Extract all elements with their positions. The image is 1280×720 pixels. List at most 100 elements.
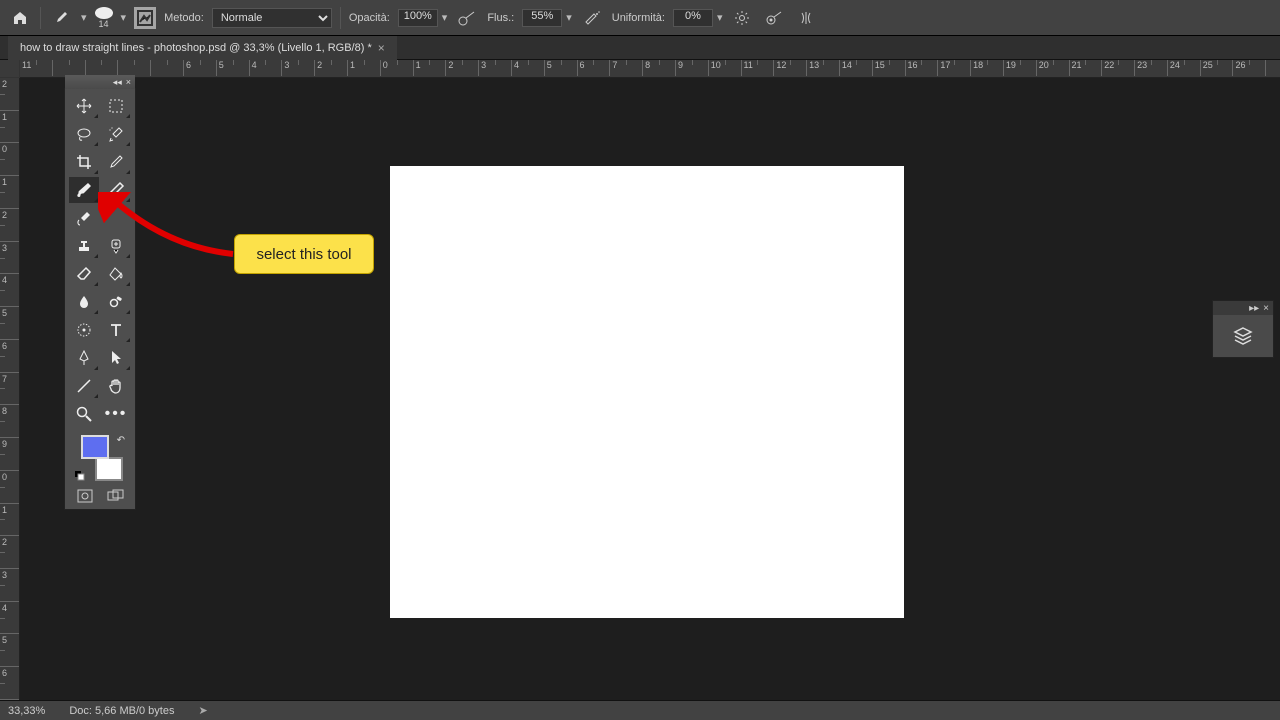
ruler-vertical[interactable]: 2101234567890123456 — [0, 78, 20, 700]
ruler-mark: 15 — [873, 60, 906, 76]
ruler-mark: 8 — [643, 60, 676, 76]
default-colors-icon[interactable] — [75, 471, 85, 481]
ruler-mark: 6 — [0, 340, 19, 373]
brush-preset-picker[interactable]: 14 — [95, 7, 113, 29]
ruler-mark: 21 — [1070, 60, 1103, 76]
ruler-mark: 19 — [1004, 60, 1037, 76]
swap-colors-icon[interactable]: ↶ — [117, 435, 125, 446]
type-tool-icon[interactable] — [101, 317, 131, 343]
clone-stamp-tool-icon[interactable] — [69, 233, 99, 259]
blend-mode-select[interactable]: Normale — [212, 8, 332, 28]
close-icon[interactable]: × — [378, 41, 385, 55]
gear-icon[interactable] — [730, 6, 754, 30]
ruler-mark: 6 — [578, 60, 611, 76]
ruler-mark: 3 — [479, 60, 512, 76]
lasso-tool-icon[interactable] — [69, 121, 99, 147]
quick-mask-icon[interactable] — [74, 487, 96, 505]
document-tab-strip: how to draw straight lines - photoshop.p… — [0, 36, 1280, 60]
ruler-mark — [53, 60, 86, 76]
healing-brush-tool-icon[interactable] — [101, 233, 131, 259]
pencil-tool-icon[interactable] — [101, 177, 131, 203]
layers-icon[interactable] — [1232, 325, 1254, 347]
dodge-tool-icon[interactable] — [101, 289, 131, 315]
ruler-mark: 24 — [1168, 60, 1201, 76]
ruler-mark: 26 — [1233, 60, 1266, 76]
status-bar: 33,33% Doc: 5,66 MB/0 bytes ➤ — [0, 700, 1280, 720]
paint-bucket-tool-icon[interactable] — [101, 261, 131, 287]
ruler-mark: 1 — [348, 60, 381, 76]
ruler-mark: 13 — [807, 60, 840, 76]
crop-tool-icon[interactable] — [69, 149, 99, 175]
ruler-mark: 1 — [414, 60, 447, 76]
airbrush-icon[interactable] — [580, 6, 604, 30]
ruler-mark: 0 — [0, 471, 19, 504]
symmetry-icon[interactable] — [794, 6, 818, 30]
hand-tool-icon[interactable] — [101, 373, 131, 399]
zoom-tool-icon[interactable] — [69, 401, 99, 427]
ruler-mark: 5 — [545, 60, 578, 76]
background-color[interactable] — [95, 457, 123, 481]
canvas-document[interactable] — [390, 166, 904, 618]
quick-select-tool-icon[interactable] — [101, 121, 131, 147]
document-tab[interactable]: how to draw straight lines - photoshop.p… — [8, 36, 397, 60]
ruler-mark: 17 — [938, 60, 971, 76]
eraser-tool-icon[interactable] — [69, 261, 99, 287]
eyedropper-tool-icon[interactable] — [101, 149, 131, 175]
pressure-opacity-icon[interactable] — [455, 6, 479, 30]
pressure-size-icon[interactable] — [762, 6, 786, 30]
chevron-down-icon[interactable]: ▾ — [566, 11, 572, 24]
chevron-down-icon[interactable]: ▾ — [81, 11, 87, 24]
ruler-mark: 23 — [1135, 60, 1168, 76]
pen-tool-icon[interactable] — [69, 345, 99, 371]
ruler-mark: 7 — [610, 60, 643, 76]
chevron-down-icon[interactable]: ▾ — [121, 11, 127, 24]
close-icon[interactable]: × — [126, 77, 131, 87]
history-brush-tool-icon[interactable] — [69, 205, 99, 231]
panel-expand-icon[interactable]: ▸▸ — [1249, 303, 1259, 314]
chevron-down-icon[interactable]: ▾ — [442, 11, 448, 24]
brush-tool-icon[interactable] — [69, 177, 99, 203]
ruler-mark: 16 — [906, 60, 939, 76]
ruler-mark: 2 — [0, 209, 19, 242]
ruler-mark: 25 — [1201, 60, 1234, 76]
ruler-mark: 0 — [0, 143, 19, 176]
mixer-brush-tool-icon[interactable] — [69, 317, 99, 343]
path-select-tool-icon[interactable] — [101, 345, 131, 371]
blur-tool-icon[interactable] — [69, 289, 99, 315]
panel-collapse-icon[interactable]: ◂◂ — [113, 77, 122, 88]
foreground-color[interactable] — [81, 435, 109, 459]
ruler-horizontal[interactable]: 1165432101234567891011121314151617181920… — [20, 60, 1280, 78]
flow-label: Flus.: — [487, 12, 514, 24]
marquee-tool-icon[interactable] — [101, 93, 131, 119]
chevron-down-icon[interactable]: ▾ — [717, 11, 723, 24]
opacity-input[interactable]: 100% — [398, 9, 438, 27]
chevron-right-icon[interactable]: ➤ — [198, 704, 207, 717]
tools-panel: ◂◂ × ••• ↶ — [64, 88, 136, 510]
close-icon[interactable]: × — [1263, 303, 1269, 314]
canvas-area[interactable] — [20, 78, 1280, 700]
ruler-mark: 1 — [0, 504, 19, 537]
screen-mode-icon[interactable] — [105, 487, 127, 505]
opacity-label: Opacità: — [349, 12, 390, 24]
ruler-mark — [151, 60, 184, 76]
brush-tool-icon[interactable] — [49, 6, 73, 30]
brush-panel-icon[interactable] — [134, 7, 156, 29]
edit-toolbar-icon[interactable]: ••• — [101, 401, 131, 427]
doc-size[interactable]: Doc: 5,66 MB/0 bytes — [69, 705, 174, 717]
ruler-mark: 5 — [0, 307, 19, 340]
layers-panel-collapsed[interactable]: ▸▸ × — [1212, 300, 1274, 358]
ruler-mark: 12 — [774, 60, 807, 76]
zoom-level[interactable]: 33,33% — [8, 705, 45, 717]
home-button[interactable] — [8, 6, 32, 30]
ruler-mark: 18 — [971, 60, 1004, 76]
ruler-mark: 11 — [20, 60, 53, 76]
flow-input[interactable]: 55% — [522, 9, 562, 27]
tools-panel-header: ◂◂ × — [65, 75, 135, 89]
ruler-mark: 4 — [0, 602, 19, 635]
line-tool-icon[interactable] — [69, 373, 99, 399]
move-tool-icon[interactable] — [69, 93, 99, 119]
ruler-origin[interactable] — [0, 60, 20, 78]
annotation-callout: select this tool — [234, 234, 374, 274]
ruler-mark: 1 — [0, 111, 19, 144]
smoothing-input[interactable]: 0% — [673, 9, 713, 27]
